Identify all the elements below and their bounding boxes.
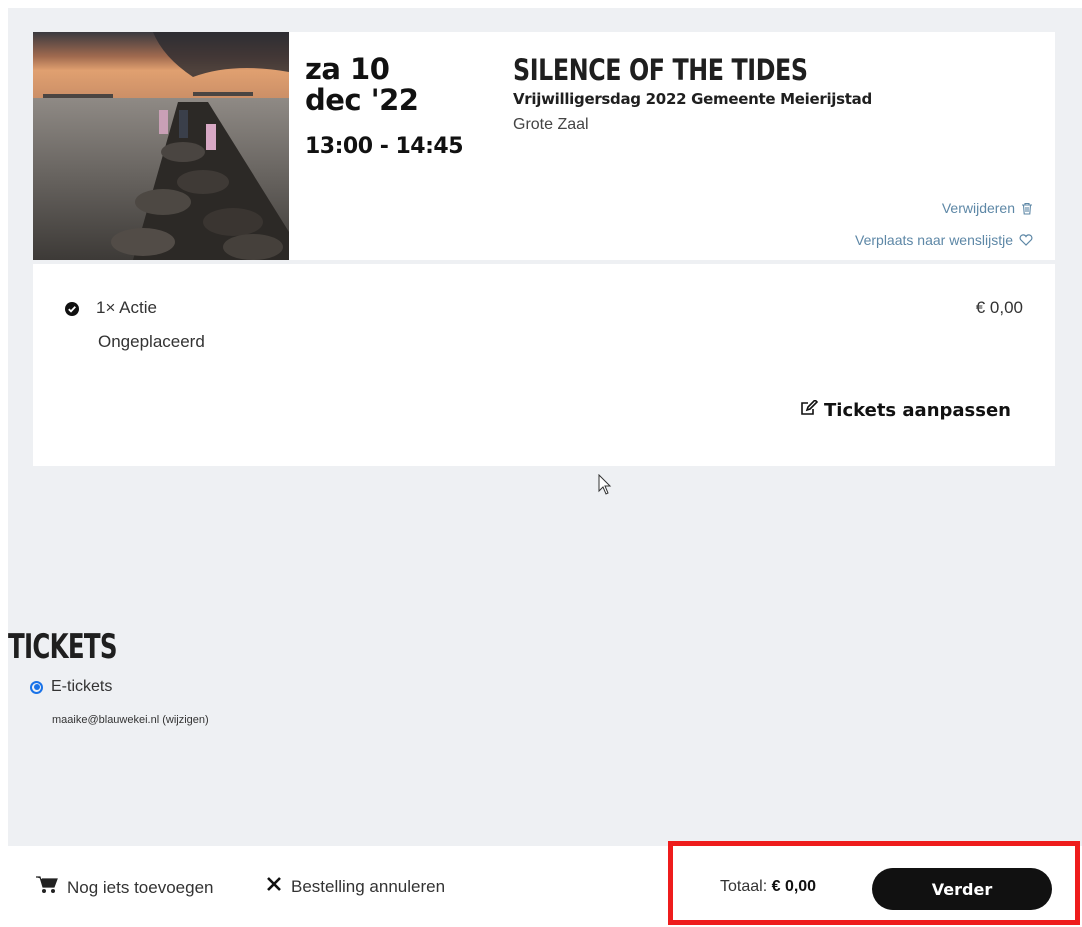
e-tickets-label: E-tickets [51, 678, 113, 695]
total-label: Totaal: [720, 878, 768, 895]
add-more-label: Nog iets toevoegen [67, 877, 214, 897]
next-button[interactable]: Verder [872, 868, 1052, 910]
delivery-email[interactable]: maaike@blauwekei.nl (wijzigen) [52, 714, 209, 726]
card-actions: Verwijderen Verplaats naar wenslijstje [855, 192, 1033, 256]
ticket-line: 1× Actie € 0,00 Ongeplaceerd [65, 298, 1023, 352]
close-icon [266, 876, 282, 897]
remove-link[interactable]: Verwijderen [855, 192, 1033, 224]
edit-icon [800, 398, 819, 421]
ticket-price: € 0,00 [975, 298, 1023, 317]
date-day: za 10 [305, 52, 390, 86]
card-divider [33, 260, 1055, 264]
mouse-pointer-icon [598, 473, 612, 500]
event-hall: Grote Zaal [513, 116, 589, 133]
total-value: € 0,00 [771, 878, 817, 895]
tickets-heading: TICKETS [8, 627, 117, 667]
heart-icon [1019, 234, 1033, 246]
cart-icon [36, 876, 58, 899]
remove-label: Verwijderen [941, 200, 1015, 216]
event-info: SILENCE OF THE TIDES Vrijwilligersdag 20… [513, 54, 872, 134]
trash-icon [1021, 202, 1033, 215]
add-more-link[interactable]: Nog iets toevoegen [36, 876, 214, 899]
event-card: za 10 dec '22 13:00 - 14:45 SILENCE OF T… [33, 32, 1055, 466]
order-total: Totaal: € 0,00 [720, 878, 816, 896]
cancel-order-link[interactable]: Bestelling annuleren [266, 876, 445, 897]
event-title: SILENCE OF THE TIDES [513, 53, 808, 87]
edit-tickets-button[interactable]: Tickets aanpassen [800, 398, 1011, 421]
check-circle-icon [65, 301, 79, 316]
edit-tickets-label: Tickets aanpassen [824, 400, 1011, 421]
event-subtitle: Vrijwilligersdag 2022 Gemeente Meierijst… [513, 90, 872, 108]
event-date: za 10 dec '22 13:00 - 14:45 [305, 52, 464, 160]
seat-status: Ongeplaceerd [98, 332, 205, 351]
wishlist-link[interactable]: Verplaats naar wenslijstje [855, 224, 1033, 256]
ticket-quantity: 1× Actie [96, 298, 157, 317]
e-tickets-option[interactable]: E-tickets [30, 678, 112, 696]
event-image [33, 32, 289, 260]
cancel-order-label: Bestelling annuleren [291, 876, 446, 896]
date-month: dec '22 [305, 83, 419, 117]
event-time: 13:00 - 14:45 [305, 134, 464, 159]
e-tickets-radio[interactable] [30, 680, 43, 694]
wishlist-label: Verplaats naar wenslijstje [855, 232, 1013, 248]
